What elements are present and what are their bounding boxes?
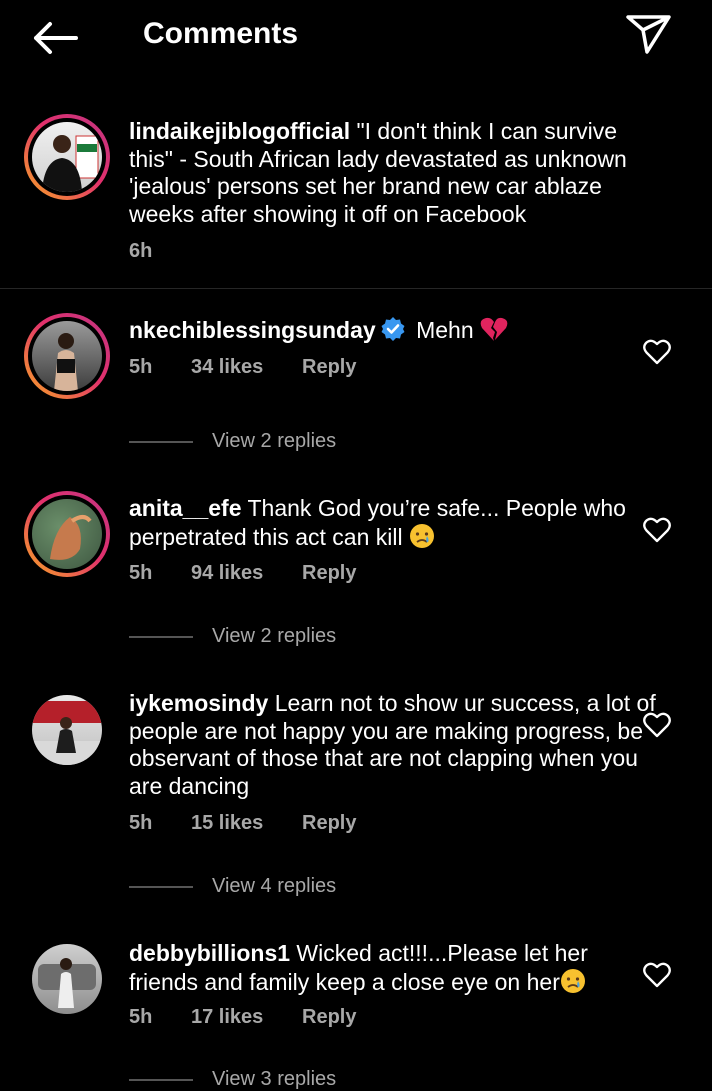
comment-avatar[interactable] <box>24 936 110 1022</box>
replies-line <box>129 886 193 888</box>
comment-likes[interactable]: 15 likes <box>191 812 263 835</box>
replies-line <box>129 636 193 638</box>
verified-badge-icon <box>381 317 405 341</box>
comment-avatar[interactable] <box>24 687 110 773</box>
comment-time: 5h <box>129 812 153 834</box>
comment-text: debbybillions1 Wicked act!!!...Please le… <box>129 940 659 996</box>
comment-username[interactable]: debbybillions1 <box>129 940 290 966</box>
comment-body: Mehn <box>416 317 474 343</box>
comment-avatar[interactable] <box>24 491 110 577</box>
view-replies-link[interactable]: View 2 replies <box>212 625 336 648</box>
view-replies-link[interactable]: View 4 replies <box>212 875 336 898</box>
comment-username[interactable]: nkechiblessingsunday <box>129 317 376 343</box>
comment-likes[interactable]: 17 likes <box>191 1006 263 1029</box>
reply-button[interactable]: Reply <box>302 356 356 379</box>
reply-button[interactable]: Reply <box>302 1006 356 1029</box>
back-arrow-icon[interactable] <box>30 18 80 58</box>
broken-heart-emoji <box>480 317 508 341</box>
replies-line <box>129 441 193 443</box>
heart-icon[interactable] <box>643 517 671 543</box>
comment-username[interactable]: iykemosindy <box>129 690 268 716</box>
caption-text: lindaikejiblogofficial "I don't think I … <box>129 118 659 228</box>
reply-button[interactable]: Reply <box>302 562 356 585</box>
page-title: Comments <box>143 17 299 50</box>
top-bar: Comments <box>0 0 712 78</box>
heart-icon[interactable] <box>643 339 671 365</box>
crying-face-emoji <box>409 523 434 548</box>
send-icon[interactable] <box>622 12 674 56</box>
divider <box>0 288 712 289</box>
heart-icon[interactable] <box>643 962 671 988</box>
caption-avatar[interactable] <box>24 114 110 200</box>
comment-text: iykemosindy Learn not to show ur success… <box>129 690 659 800</box>
comment-text: anita__efe Thank God you’re safe... Peop… <box>129 495 659 551</box>
caption-time: 6h <box>129 240 153 262</box>
comment-likes[interactable]: 34 likes <box>191 356 263 379</box>
comment-text: nkechiblessingsunday Mehn <box>129 316 659 345</box>
comment-time: 5h <box>129 562 153 584</box>
comment-likes[interactable]: 94 likes <box>191 562 263 585</box>
comment-username[interactable]: anita__efe <box>129 495 242 521</box>
reply-button[interactable]: Reply <box>302 812 356 835</box>
view-replies-link[interactable]: View 2 replies <box>212 430 336 453</box>
comment-avatar[interactable] <box>24 313 110 399</box>
comment-time: 5h <box>129 356 153 378</box>
caption-username[interactable]: lindaikejiblogofficial <box>129 118 350 144</box>
crying-face-emoji <box>560 968 585 993</box>
comment-time: 5h <box>129 1006 153 1028</box>
heart-icon[interactable] <box>643 712 671 738</box>
